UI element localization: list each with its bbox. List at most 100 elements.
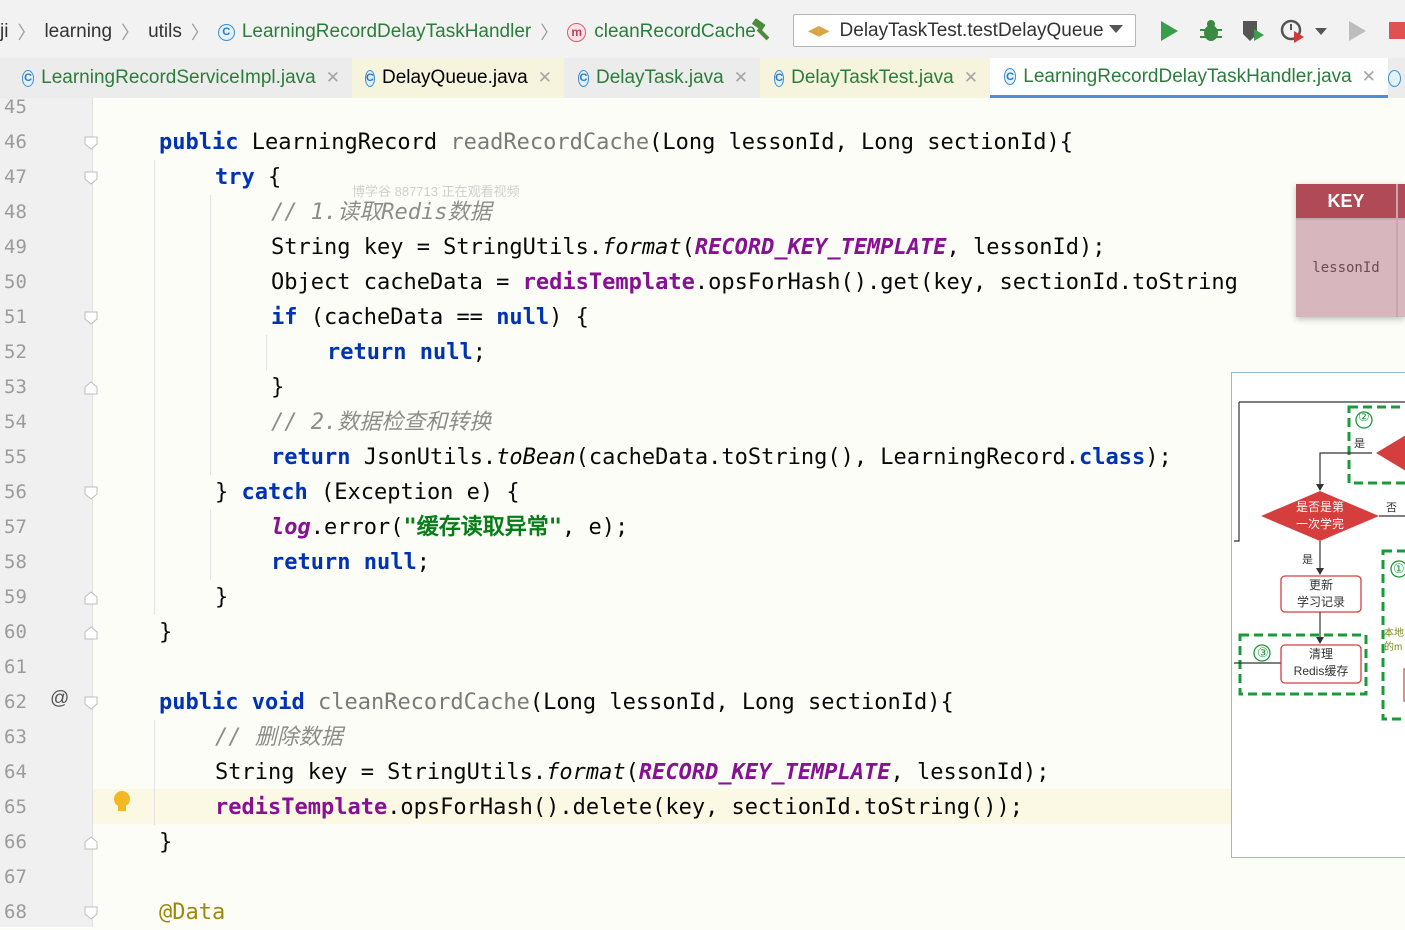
code-text: JsonUtils. xyxy=(350,445,497,470)
code-line[interactable]: public void cleanRecordCache(Long lesson… xyxy=(159,685,954,720)
code-line[interactable]: } xyxy=(215,580,228,615)
code-line[interactable]: if (cacheData == null) { xyxy=(271,300,589,335)
code-line-current[interactable]: redisTemplate.opsForHash().delete(key, s… xyxy=(215,790,1023,825)
build-hammer-icon[interactable] xyxy=(750,18,774,42)
code-line[interactable]: try { xyxy=(215,160,281,195)
indent-guide xyxy=(154,720,155,825)
line-number: 68 xyxy=(4,901,27,923)
navigation-toolbar: ji 〉 learning 〉 utils 〉 C LearningRecord… xyxy=(0,0,1405,59)
line-number: 51 xyxy=(4,306,27,328)
key-table-header-next xyxy=(1398,184,1405,218)
code-text: ( xyxy=(681,235,695,260)
tab-learning-record-service-impl[interactable]: C LearningRecordServiceImpl.java ✕ xyxy=(0,58,352,98)
tab-learning-record-delay-task-handler[interactable]: C LearningRecordDelayTaskHandler.java ✕ xyxy=(990,58,1388,98)
breadcrumb-item-class[interactable]: LearningRecordDelayTaskHandler xyxy=(242,21,531,43)
debug-icon[interactable] xyxy=(1198,18,1224,44)
code-line[interactable]: return null; xyxy=(271,545,430,580)
fold-open-icon[interactable] xyxy=(84,486,98,500)
tab-delay-task[interactable]: C DelayTask.java ✕ xyxy=(564,58,760,98)
code-line[interactable]: Object cacheData = redisTemplate.opsForH… xyxy=(271,265,1238,300)
key-table-header: KEY xyxy=(1296,184,1396,218)
tab-delay-task-test[interactable]: C DelayTaskTest.java ✕ xyxy=(760,58,990,98)
side-note-line: 的m xyxy=(1384,642,1403,653)
code-line[interactable]: return JsonUtils.toBean(cacheData.toStri… xyxy=(271,440,1172,475)
line-number: 67 xyxy=(4,866,27,888)
tab-label: DelayQueue.java xyxy=(381,67,528,88)
code-line[interactable]: log.error("缓存读取异常", e); xyxy=(271,510,628,545)
breadcrumb-item-method[interactable]: cleanRecordCache xyxy=(594,21,756,43)
fold-close-icon[interactable] xyxy=(84,381,98,395)
breadcrumb-item-utils[interactable]: utils xyxy=(148,21,182,43)
static-field: RECORD_KEY_TEMPLATE xyxy=(638,760,891,785)
code-text: ; xyxy=(472,340,486,365)
close-icon[interactable]: ✕ xyxy=(964,68,978,88)
code-line[interactable]: // 1.读取Redis数据 xyxy=(271,195,491,230)
fold-open-icon[interactable] xyxy=(84,171,98,185)
field-name: redisTemplate xyxy=(215,795,388,820)
breadcrumb-item-project[interactable]: ji xyxy=(0,21,8,43)
flowchart-image-panel: ② 是 是否是第 一次学完 否 是 更新 学习记录 ③ 清理 Redis缓存 ①… xyxy=(1231,372,1405,858)
line-number: 45 xyxy=(4,96,27,118)
clear-cache-label: 清理 Redis缓存 xyxy=(1281,646,1361,680)
breadcrumb-item-learning[interactable]: learning xyxy=(44,21,112,43)
method-name: readRecordCache xyxy=(450,130,650,155)
close-icon[interactable]: ✕ xyxy=(734,68,748,88)
fold-open-icon[interactable] xyxy=(84,311,98,325)
line-number: 61 xyxy=(4,656,27,678)
editor-tabs: C LearningRecordServiceImpl.java ✕ C Del… xyxy=(0,58,1405,99)
tab-overflow[interactable] xyxy=(1388,58,1405,98)
code-text: .opsForHash().get(key, sectionId.toStrin… xyxy=(694,270,1238,295)
side-note-line: 本地 xyxy=(1384,628,1404,639)
keyword: return xyxy=(271,550,351,575)
close-icon[interactable]: ✕ xyxy=(1362,67,1376,87)
line-number: 66 xyxy=(4,831,27,853)
tab-delay-queue[interactable]: C DelayQueue.java ✕ xyxy=(352,58,564,98)
fold-close-icon[interactable] xyxy=(84,626,98,640)
run-icon[interactable] xyxy=(1156,18,1182,44)
fold-open-icon[interactable] xyxy=(84,136,98,150)
line-number: 57 xyxy=(4,516,27,538)
code-line[interactable]: } catch (Exception e) { xyxy=(215,475,520,510)
tab-label: DelayTaskTest.java xyxy=(791,67,954,88)
code-line[interactable]: String key = StringUtils.format(RECORD_K… xyxy=(215,755,1050,790)
code-text: (Exception e) { xyxy=(307,480,520,505)
class-icon: C xyxy=(578,69,589,87)
code-line[interactable]: return null; xyxy=(327,335,486,370)
code-line[interactable]: } xyxy=(271,370,284,405)
keyword: return xyxy=(271,445,351,470)
decision-label: 是否是第 一次学完 xyxy=(1284,499,1356,533)
code-line[interactable]: } xyxy=(159,615,172,650)
code-text: String key = StringUtils. xyxy=(215,760,547,785)
coverage-icon[interactable] xyxy=(1240,18,1266,44)
line-number: 49 xyxy=(4,236,27,258)
fold-open-icon[interactable] xyxy=(84,906,98,920)
tab-label: DelayTask.java xyxy=(595,67,724,88)
lightbulb-icon[interactable] xyxy=(113,790,131,814)
indent-guide xyxy=(154,160,155,615)
breadcrumb-separator: 〉 xyxy=(121,23,140,43)
fold-close-icon[interactable] xyxy=(84,591,98,605)
fold-close-icon[interactable] xyxy=(84,836,98,850)
update-record-label-line: 更新 xyxy=(1308,578,1333,592)
close-icon[interactable]: ✕ xyxy=(326,68,340,88)
line-number: 48 xyxy=(4,201,27,223)
annotation: @Data xyxy=(159,900,226,925)
profiler-icon[interactable] xyxy=(1280,18,1306,44)
override-marker-icon[interactable]: @ xyxy=(50,688,69,710)
class-icon: C xyxy=(217,23,235,41)
code-line[interactable]: // 删除数据 xyxy=(215,720,343,755)
run-configuration-select[interactable]: ◀▶ DelayTaskTest.testDelayQueue xyxy=(793,14,1136,47)
fold-open-icon[interactable] xyxy=(84,696,98,710)
code-line[interactable]: String key = StringUtils.format(RECORD_K… xyxy=(271,230,1106,265)
code-line[interactable]: } xyxy=(159,825,172,860)
code-line[interactable]: // 2.数据检查和转换 xyxy=(271,405,491,440)
code-line[interactable]: @Data xyxy=(159,895,225,930)
close-icon[interactable]: ✕ xyxy=(538,68,552,88)
code-line[interactable]: public LearningRecord readRecordCache(Lo… xyxy=(159,125,1073,160)
chevron-down-icon[interactable] xyxy=(1314,27,1328,37)
key-table-cell-next xyxy=(1398,220,1405,317)
keyword: public xyxy=(159,690,239,715)
stop-icon[interactable] xyxy=(1389,22,1405,39)
